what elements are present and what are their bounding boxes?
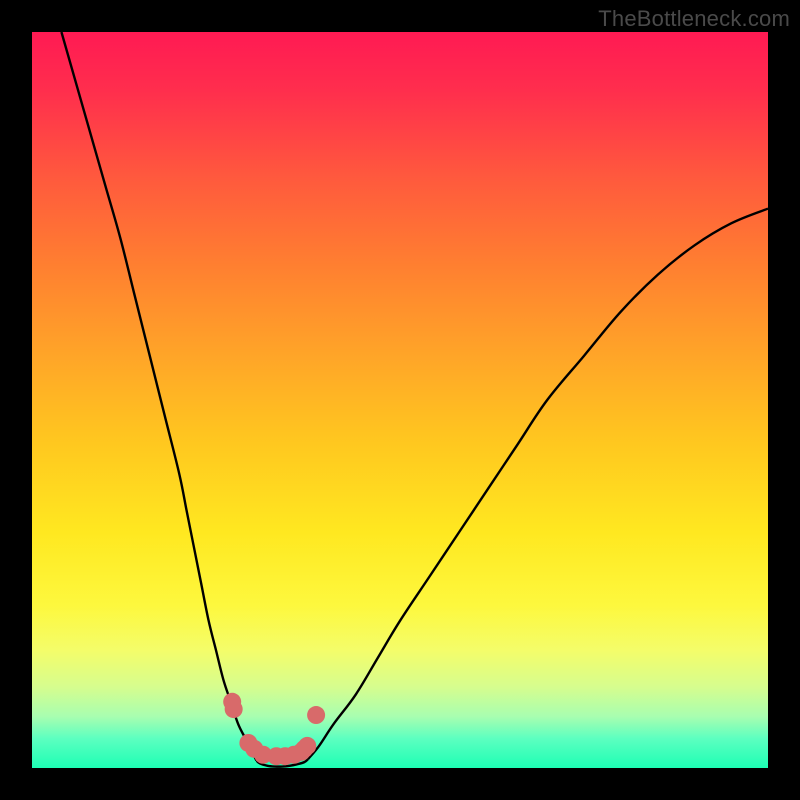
curve-layer bbox=[32, 32, 768, 768]
plot-area bbox=[32, 32, 768, 768]
watermark-text: TheBottleneck.com bbox=[598, 6, 790, 32]
bottleneck-curve bbox=[61, 32, 768, 767]
marker-dot bbox=[298, 737, 316, 755]
chart-frame: TheBottleneck.com bbox=[0, 0, 800, 800]
left-curve bbox=[61, 32, 256, 761]
valley-markers bbox=[223, 693, 325, 765]
marker-dot bbox=[307, 706, 325, 724]
marker-dot bbox=[225, 700, 243, 718]
right-curve bbox=[308, 209, 768, 760]
